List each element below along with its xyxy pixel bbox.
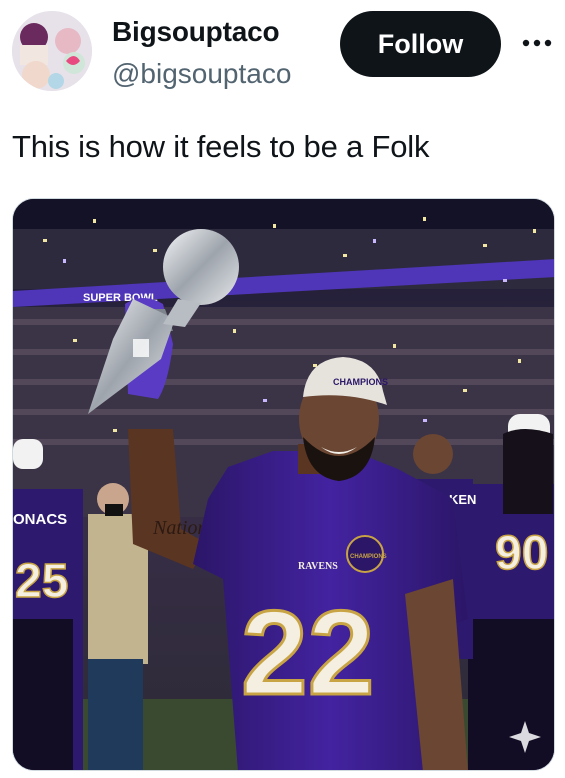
more-options-icon[interactable] bbox=[518, 28, 556, 58]
tweet-text: This is how it feels to be a Folk bbox=[12, 129, 430, 164]
right-player-number: 90 bbox=[495, 527, 548, 580]
author-name[interactable]: Bigsouptaco bbox=[112, 16, 280, 48]
jersey-wordmark: RAVENS bbox=[298, 561, 338, 572]
jersey-number: 22 bbox=[241, 586, 374, 720]
left-player-name: ONACS bbox=[13, 511, 67, 528]
tattoo-text: Nation bbox=[152, 517, 207, 539]
avatar[interactable] bbox=[12, 11, 92, 91]
tweet-card: Bigsouptaco @bigsouptaco Follow This is … bbox=[0, 0, 565, 778]
follow-button[interactable]: Follow bbox=[340, 11, 501, 77]
champions-patch: CHAMPIONS bbox=[350, 554, 387, 560]
author-handle[interactable]: @bigsouptaco bbox=[112, 58, 291, 90]
left-player-number: 25 bbox=[15, 555, 68, 608]
tweet-media-photo[interactable]: SUPER BOWL ONACS 25 90 KEN Nation CHAMPI… bbox=[12, 198, 555, 771]
cap-text: CHAMPIONS bbox=[333, 377, 388, 387]
